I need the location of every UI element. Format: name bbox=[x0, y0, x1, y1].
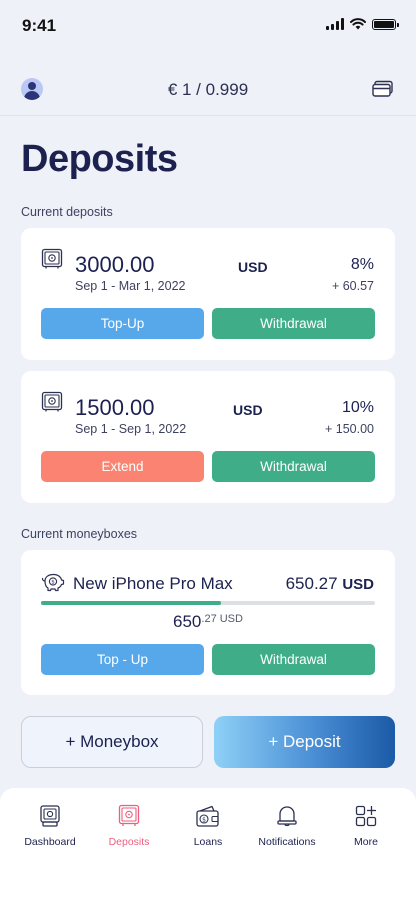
tab-label: Loans bbox=[193, 836, 223, 848]
moneybox-progress bbox=[41, 601, 375, 605]
piggy-bank-icon: $ bbox=[41, 573, 65, 592]
top-up-button[interactable]: Top - Up bbox=[41, 644, 204, 675]
balance-display: € 1 / 0.999 bbox=[167, 80, 249, 99]
tab-notifications[interactable]: Notifications bbox=[247, 804, 327, 848]
current-deposits-label: Current deposits bbox=[21, 205, 113, 219]
deposit-gain: + 150.00 bbox=[324, 422, 374, 436]
moneybox-progress-fill bbox=[41, 601, 222, 605]
withdrawal-button[interactable]: Withdrawal bbox=[212, 451, 375, 482]
moneybox-saved-fraction: .27 USD bbox=[201, 613, 243, 625]
deposit-amount: 1500.00 bbox=[75, 395, 155, 420]
moneybox-saved: 650.27 USD bbox=[21, 612, 395, 632]
moneybox-target-amount: 650.27 bbox=[285, 574, 338, 593]
safe-icon bbox=[41, 391, 63, 412]
status-bar: 9:41 bbox=[0, 0, 416, 50]
tab-label: Notifications bbox=[258, 836, 316, 848]
tab-label: More bbox=[354, 836, 378, 848]
moneybox-card[interactable]: $ New iPhone Pro Max 650.27 USD 650.27 U… bbox=[21, 550, 395, 695]
wifi-icon bbox=[350, 18, 366, 30]
status-icons bbox=[326, 18, 399, 30]
page-title: Deposits bbox=[21, 138, 178, 180]
wallet-icon: $ bbox=[196, 805, 219, 827]
add-moneybox-button[interactable]: + Moneybox bbox=[21, 716, 203, 768]
deposit-period: Sep 1 - Mar 1, 2022 bbox=[75, 279, 186, 293]
grid-plus-icon bbox=[355, 805, 377, 827]
cellular-signal-icon bbox=[326, 18, 344, 30]
battery-icon bbox=[372, 18, 399, 30]
status-time: 9:41 bbox=[22, 16, 57, 35]
deposit-card[interactable]: 1500.00 Sep 1 - Sep 1, 2022 USD 10% + 15… bbox=[21, 371, 395, 503]
moneybox-target-currency: USD bbox=[342, 576, 374, 593]
safe-icon bbox=[118, 804, 140, 826]
top-header: € 1 / 0.999 bbox=[0, 68, 416, 112]
add-deposit-button[interactable]: + Deposit bbox=[214, 716, 395, 768]
deposit-currency: USD bbox=[238, 259, 268, 275]
current-moneyboxes-label: Current moneyboxes bbox=[21, 527, 138, 541]
safe-icon bbox=[41, 248, 63, 269]
deposit-gain: + 60.57 bbox=[331, 279, 374, 293]
deposit-amount: 3000.00 bbox=[75, 252, 155, 277]
deposit-rate: 8% bbox=[350, 256, 374, 273]
withdrawal-button[interactable]: Withdrawal bbox=[212, 644, 375, 675]
withdrawal-button[interactable]: Withdrawal bbox=[212, 308, 375, 339]
extend-button[interactable]: Extend bbox=[41, 451, 204, 482]
dashboard-icon bbox=[40, 805, 60, 827]
moneybox-target: 650.27 USD bbox=[286, 574, 374, 594]
moneybox-name: New iPhone Pro Max bbox=[73, 574, 233, 593]
deposit-period: Sep 1 - Sep 1, 2022 bbox=[75, 422, 187, 436]
deposit-rate: 10% bbox=[341, 399, 374, 416]
tab-label: Dashboard bbox=[24, 836, 76, 848]
deposit-currency: USD bbox=[233, 402, 263, 418]
tab-more[interactable]: More bbox=[326, 804, 406, 848]
svg-text:$: $ bbox=[51, 580, 55, 586]
tab-loans[interactable]: $ Loans bbox=[168, 804, 248, 848]
tab-label: Deposits bbox=[108, 836, 150, 848]
top-up-button[interactable]: Top-Up bbox=[41, 308, 204, 339]
svg-text:$: $ bbox=[202, 816, 206, 823]
tab-deposits[interactable]: Deposits bbox=[89, 804, 169, 848]
moneybox-saved-whole: 650 bbox=[173, 612, 202, 631]
tab-dashboard[interactable]: Dashboard bbox=[10, 804, 90, 848]
deposit-card[interactable]: 3000.00 Sep 1 - Mar 1, 2022 USD 8% + 60.… bbox=[21, 228, 395, 360]
bell-icon bbox=[277, 806, 297, 827]
bottom-tab-bar: Dashboard Deposits $ Loans Notifications bbox=[0, 788, 416, 900]
header-divider bbox=[0, 115, 416, 116]
cards-icon[interactable] bbox=[372, 80, 394, 98]
